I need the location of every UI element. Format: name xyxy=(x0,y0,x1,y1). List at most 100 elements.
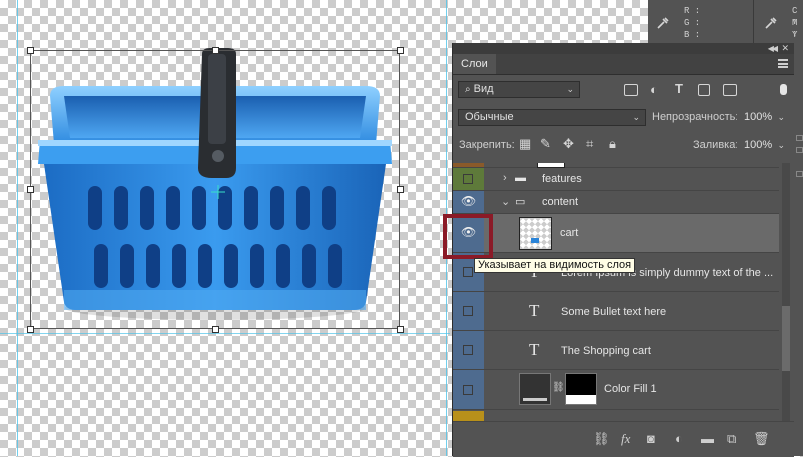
visibility-highlight-box xyxy=(443,214,493,259)
layer-name: features xyxy=(542,173,582,185)
filter-kind-dropdown[interactable]: ⌕ Вид ⌄ xyxy=(458,81,580,98)
panel-menu-icon[interactable] xyxy=(778,59,788,68)
fill-field[interactable]: 100% ⌄ xyxy=(737,137,791,154)
transform-handle-bottom[interactable] xyxy=(212,326,219,333)
layer-color-tag xyxy=(453,163,484,167)
transform-handle-bottom-left[interactable] xyxy=(27,326,34,333)
fx-icon[interactable]: fx xyxy=(621,432,630,446)
fill-slider-icon xyxy=(523,398,547,401)
add-mask-icon[interactable]: ◙ xyxy=(647,432,655,446)
visibility-toggle[interactable] xyxy=(453,292,484,330)
lock-transparent-icon[interactable]: ▦ xyxy=(519,137,531,151)
visibility-empty-box xyxy=(463,267,473,277)
filter-toggle[interactable] xyxy=(780,84,787,95)
layer-name: Some Bullet text here xyxy=(561,306,667,318)
transform-handle-bottom-right[interactable] xyxy=(397,326,404,333)
fill-value: 100% xyxy=(744,139,773,151)
layer-row-shopping-cart[interactable]: T The Shopping cart xyxy=(453,331,779,370)
transform-handle-top-left[interactable] xyxy=(27,47,34,54)
text-layer-icon: T xyxy=(529,340,540,359)
adjustment-layer-icon[interactable]: ◐ xyxy=(675,432,683,446)
layer-row-content[interactable]: 👁︎ ⌄ ▭ content xyxy=(453,191,779,214)
chevron-right-icon[interactable]: › xyxy=(503,172,507,184)
lock-all-icon[interactable]: 🔒︎ xyxy=(609,137,616,151)
transform-bounding-box[interactable] xyxy=(30,50,400,329)
info-divider xyxy=(753,0,754,44)
guide-left xyxy=(17,0,18,456)
blend-mode-value: Обычные xyxy=(465,111,514,123)
filter-kind-value: Вид xyxy=(473,83,494,95)
opacity-label: Непрозрачность: xyxy=(652,111,739,123)
lock-position-icon[interactable]: ✥ xyxy=(563,137,574,151)
new-layer-icon[interactable]: ⧉ xyxy=(727,432,736,446)
chevron-down-icon: ⌄ xyxy=(632,112,640,122)
layer-name: Color Fill 1 xyxy=(604,383,657,395)
transform-handle-top[interactable] xyxy=(212,47,219,54)
fill-label: Заливка: xyxy=(693,139,739,151)
collapse-panel-icon[interactable]: ◀◀ xyxy=(768,44,778,53)
visibility-toggle[interactable] xyxy=(453,168,484,190)
visibility-toggle[interactable] xyxy=(453,370,484,409)
panel-titlebar: ◀◀ ✕ xyxy=(453,43,794,54)
transform-handle-top-right[interactable] xyxy=(397,47,404,54)
panel-tabbar: Слои xyxy=(453,54,794,75)
visibility-empty-box xyxy=(463,174,473,184)
layer-row-cart[interactable]: 👁︎ cart xyxy=(453,214,779,253)
folder-icon: ▬ xyxy=(515,172,526,184)
info-r-label: R : xyxy=(684,6,701,16)
visibility-tooltip: Указывает на видимость слоя xyxy=(474,258,636,273)
filter-adjustment-icon[interactable]: ◐ xyxy=(650,83,658,97)
layer-thumbnail xyxy=(519,217,552,250)
chevron-down-icon[interactable]: ⌄ xyxy=(501,195,510,208)
visibility-toggle[interactable]: 👁︎ xyxy=(453,191,484,213)
filter-type-icon[interactable]: T xyxy=(675,82,683,96)
search-icon: ⌕ xyxy=(465,84,471,95)
lock-artboard-icon[interactable]: ⌗ xyxy=(586,137,593,151)
filter-pixel-icon[interactable] xyxy=(624,84,638,96)
lock-label: Закрепить: xyxy=(459,139,515,151)
chevron-down-icon: ⌄ xyxy=(777,112,785,122)
layer-name: content xyxy=(542,196,579,208)
chevron-down-icon: ⌄ xyxy=(566,84,574,94)
layer-mask-thumbnail xyxy=(565,373,597,405)
strip-icon[interactable] xyxy=(796,147,803,153)
blend-mode-dropdown[interactable]: Обычные ⌄ xyxy=(458,109,646,126)
layer-row-color-fill[interactable]: ⛓︎ Color Fill 1 xyxy=(453,370,779,410)
opacity-value: 100% xyxy=(744,111,773,123)
new-group-icon[interactable]: ▬ xyxy=(701,432,714,446)
strip-icon[interactable] xyxy=(796,135,803,141)
trash-icon[interactable]: 🗑︎ xyxy=(753,432,770,446)
tab-layers[interactable]: Слои xyxy=(453,54,496,74)
filter-shape-icon[interactable] xyxy=(698,84,710,96)
layer-row-features[interactable]: › ▬ features xyxy=(453,168,779,191)
cart-mini-icon xyxy=(531,238,539,243)
text-layer-icon: T xyxy=(529,301,540,320)
opacity-field[interactable]: 100% ⌄ xyxy=(737,109,791,126)
layers-list: › ▬ features 👁︎ ⌄ ▭ content 👁︎ cart Lore… xyxy=(453,163,779,421)
info-panel: R : G : B : C : M : Y : xyxy=(648,0,803,51)
layers-panel: ◀◀ ✕ Слои ⌕ Вид ⌄ ◐ T Обычные ⌄ Непрозра… xyxy=(452,43,794,457)
transform-handle-left[interactable] xyxy=(27,186,34,193)
visibility-empty-box xyxy=(463,345,473,355)
link-layers-icon[interactable]: ⛓︎ xyxy=(593,432,610,446)
chevron-down-icon: ⌄ xyxy=(777,140,785,150)
visibility-toggle[interactable] xyxy=(453,331,484,369)
layer-color-tag-next xyxy=(453,411,484,421)
close-panel-icon[interactable]: ✕ xyxy=(781,43,789,54)
right-edge-panel xyxy=(793,43,803,456)
lock-image-icon[interactable]: ✎ xyxy=(540,137,551,151)
layer-row-bullet[interactable]: T Some Bullet text here xyxy=(453,292,779,331)
fill-color-swatch xyxy=(519,373,551,405)
scrollbar-thumb[interactable] xyxy=(782,306,790,371)
info-g-label: G : xyxy=(684,18,701,28)
layers-scrollbar[interactable] xyxy=(782,163,790,421)
folder-open-icon: ▭ xyxy=(515,196,526,208)
strip-icon[interactable] xyxy=(796,171,803,177)
layer-name: cart xyxy=(560,227,579,239)
filter-smartobject-icon[interactable] xyxy=(723,84,737,96)
eyedropper-cmyk-icon xyxy=(765,17,777,29)
visibility-empty-box xyxy=(463,385,473,395)
layer-name: The Shopping cart xyxy=(561,345,651,357)
transform-handle-right[interactable] xyxy=(397,186,404,193)
eye-icon: 👁︎ xyxy=(461,194,477,208)
